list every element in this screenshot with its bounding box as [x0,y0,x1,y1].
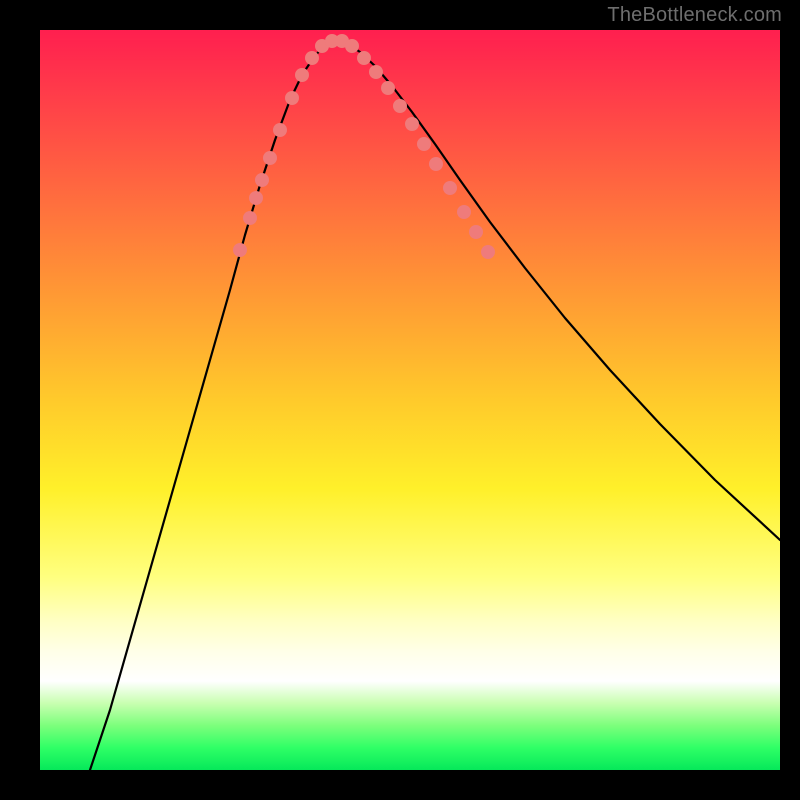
marker-dot [393,99,407,113]
marker-dot [273,123,287,137]
marker-dot [295,68,309,82]
marker-dot [233,243,247,257]
marker-dot [345,39,359,53]
chart-container: TheBottleneck.com [0,0,800,800]
marker-dot [381,81,395,95]
marker-dot [255,173,269,187]
series-right-curve [336,40,780,540]
marker-dot [369,65,383,79]
marker-dot [305,51,319,65]
marker-dot [249,191,263,205]
marker-dot [405,117,419,131]
marker-dot [417,137,431,151]
marker-dot [263,151,277,165]
series-group [90,40,780,770]
marker-dot [457,205,471,219]
marker-dot [243,211,257,225]
marker-dot [443,181,457,195]
marker-dot [285,91,299,105]
marker-dot [481,245,495,259]
marker-dot [469,225,483,239]
plot-area [40,30,780,770]
watermark-text: TheBottleneck.com [607,4,782,27]
chart-svg [40,30,780,770]
marker-dot [357,51,371,65]
marker-dot [429,157,443,171]
series-left-curve [90,40,336,770]
